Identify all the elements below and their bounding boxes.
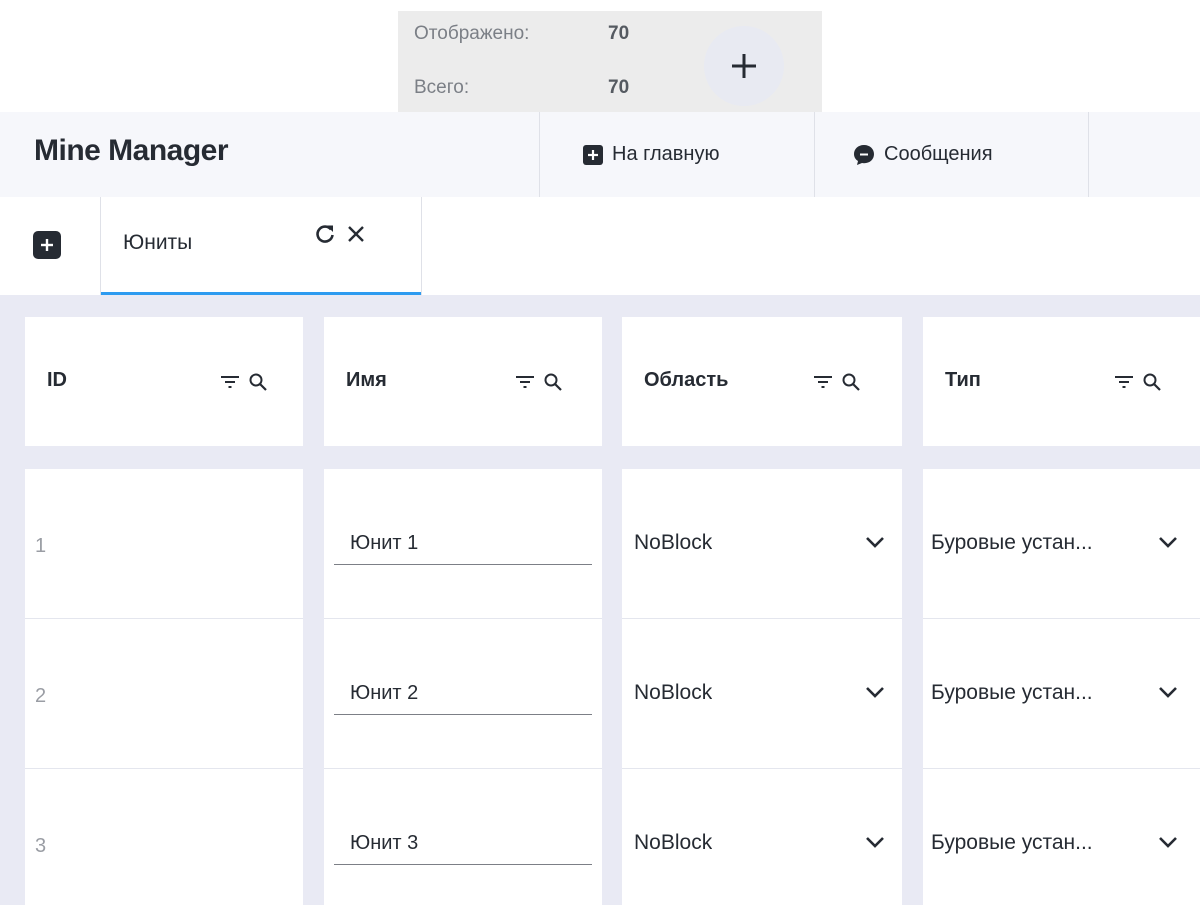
row-id: 1 [35,535,47,557]
search-icon [1143,373,1161,391]
shown-count-label: Отображено: [414,23,530,44]
search-button[interactable] [542,371,564,393]
type-select-value: Буровые устан... [931,681,1093,704]
chevron-down-icon [866,537,884,548]
area-select-value: NoBlock [634,831,713,854]
total-count-label: Всего: [414,77,470,98]
app-title: Mine Manager [34,134,229,167]
row-divider [25,768,303,769]
row-divider [622,618,902,619]
row-divider [324,768,602,769]
new-tab-button[interactable] [33,231,61,259]
column-header-label: Имя [346,369,387,391]
type-select[interactable]: Буровые устан... [931,823,1179,863]
chevron-down-icon [1159,537,1177,548]
table-cell-type: Буровые устан... [923,469,1200,618]
row-divider [923,768,1200,769]
row-divider [923,618,1200,619]
add-record-button[interactable] [704,26,784,106]
chevron-down-icon [1159,837,1177,848]
area-select-value: NoBlock [634,531,713,554]
shown-count-value: 70 [608,23,630,44]
area-select[interactable]: NoBlock [634,673,886,713]
type-select[interactable]: Буровые устан... [931,523,1179,563]
home-button[interactable]: На главную [583,112,719,197]
table-cell-area: NoBlock [622,469,902,618]
unit-name-input[interactable] [334,523,592,565]
chat-bubble-icon [853,144,875,166]
column-header-label: Область [644,369,729,391]
column-header-area: Область [622,317,902,446]
type-select-value: Буровые устан... [931,831,1093,854]
row-id: 2 [35,685,47,707]
search-icon [249,373,267,391]
search-button[interactable] [840,371,862,393]
filter-button[interactable] [514,371,536,393]
plus-icon [732,54,756,78]
units-table: ID Имя Область Тип 1 Юнит 1 NoBlock Буро… [0,295,1200,905]
tab-units[interactable]: Юниты [100,197,422,295]
row-divider [324,618,602,619]
table-cell-area: NoBlock [622,769,902,905]
column-header-label: ID [47,369,67,391]
tab-label: Юниты [123,231,193,254]
type-select[interactable]: Буровые устан... [931,673,1179,713]
area-select[interactable]: NoBlock [634,823,886,863]
unit-name-input[interactable] [334,673,592,715]
table-cell-type: Буровые устан... [923,619,1200,768]
table-cell-id: 3 [25,769,303,905]
shown-count-row: Отображено: 70 [414,23,629,45]
messages-button[interactable]: Сообщения [853,112,993,197]
messages-button-label: Сообщения [884,143,993,165]
filter-button[interactable] [219,371,241,393]
filter-button[interactable] [1113,371,1135,393]
header-divider [1088,112,1089,197]
filter-icon [1115,376,1133,388]
table-cell-name [324,619,602,768]
table-cell-type: Буровые устан... [923,769,1200,905]
table-cell-area: NoBlock [622,619,902,768]
header-divider [539,112,540,197]
records-counter-panel: Отображено: 70 Всего: 70 [398,11,822,112]
unit-name-input[interactable] [334,823,592,865]
column-header-label: Тип [945,369,981,391]
filter-button[interactable] [812,371,834,393]
close-tab-button[interactable] [343,221,369,247]
chevron-down-icon [1159,687,1177,698]
app-header: Mine Manager На главную Сообщения [0,112,1200,197]
chevron-down-icon [866,687,884,698]
filter-icon [221,376,239,388]
plus-square-icon [583,144,603,165]
search-button[interactable] [1141,371,1163,393]
chevron-down-icon [866,837,884,848]
filter-icon [516,376,534,388]
refresh-tab-button[interactable] [312,221,338,247]
area-select-value: NoBlock [634,681,713,704]
column-header-name: Имя [324,317,602,446]
search-icon [544,373,562,391]
row-id: 3 [35,835,47,857]
home-button-label: На главную [612,143,720,165]
search-button[interactable] [247,371,269,393]
row-divider [25,618,303,619]
table-cell-id: 2 [25,619,303,768]
total-count-value: 70 [608,77,630,98]
area-select[interactable]: NoBlock [634,523,886,563]
column-header-id: ID [25,317,303,446]
refresh-icon [316,225,334,243]
plus-icon [41,239,53,251]
table-cell-name [324,469,602,618]
filter-icon [814,376,832,388]
table-cell-name [324,769,602,905]
column-header-type: Тип [923,317,1200,446]
search-icon [842,373,860,391]
table-cell-id: 1 [25,469,303,618]
close-icon [348,226,364,242]
header-divider [814,112,815,197]
type-select-value: Буровые устан... [931,531,1093,554]
row-divider [622,768,902,769]
total-count-row: Всего: 70 [414,77,629,99]
